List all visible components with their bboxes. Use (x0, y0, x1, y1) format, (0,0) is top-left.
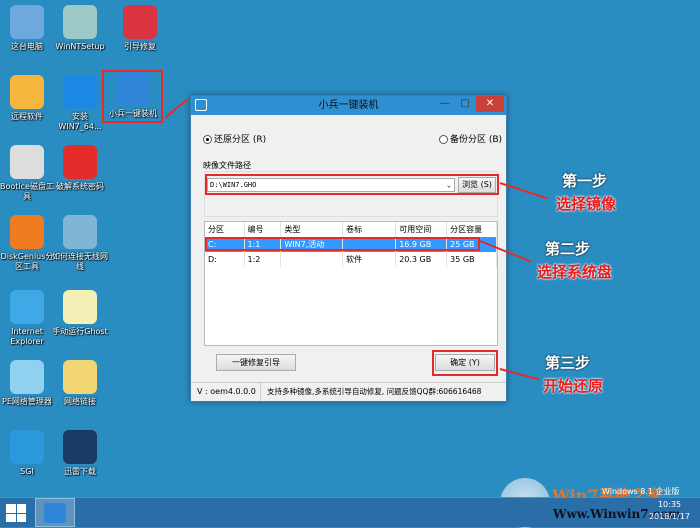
desktop-icon[interactable]: PE网络管理器 (0, 360, 56, 407)
desktop-icon-image (63, 360, 97, 394)
desktop-icon-label: 如何连接无线网线 (52, 252, 108, 271)
radio-empty-icon (439, 135, 448, 144)
app-icon (195, 99, 207, 111)
desktop-icon-label: 这台电脑 (11, 42, 43, 51)
step-2-label: 第二步 (545, 240, 591, 258)
desktop-icon-image (63, 215, 97, 249)
installer-window: 小兵一键装机 — □ ✕ 还原分区 (R) 备份分区 (B) 映像文件路径 D:… (190, 95, 507, 402)
step-2-action: 选择系统盘 (537, 263, 613, 281)
step-3-label: 第三步 (545, 354, 591, 372)
desktop-icon-image (63, 75, 97, 109)
minimize-button[interactable]: — (434, 96, 456, 112)
desktop-icon[interactable]: 远程软件 (0, 75, 56, 122)
installer-icon (44, 503, 66, 523)
maximize-button[interactable]: □ (454, 96, 476, 112)
image-path-label: 映像文件路径 (203, 161, 251, 170)
column-header[interactable]: 编号 (244, 222, 282, 237)
radio-selected-icon (203, 135, 212, 144)
desktop-icon-image (63, 5, 97, 39)
desktop-icon[interactable]: 网络链接 (51, 360, 109, 407)
desktop-icon[interactable]: 如何连接无线网线 (51, 215, 109, 272)
step-1-action: 选择镜像 (556, 195, 617, 213)
column-header[interactable]: 分区容量 (446, 222, 497, 237)
watermark-os: Windows 8.1 企业版 (602, 487, 680, 496)
desktop-icon-label: 远程软件 (11, 112, 43, 121)
desktop-icon-label: 破解系统密码 (56, 182, 104, 191)
desktop-icon[interactable]: SGI (0, 430, 56, 477)
desktop-icon-label: 安装 WIN7_64... (58, 112, 102, 131)
radio-restore-label: 还原分区 (R) (214, 135, 267, 145)
status-bar: V : oem4.0.0.0 支持多种镜像,多系统引导自动修复, 问题反馈QQ群… (191, 382, 506, 401)
title-bar[interactable]: 小兵一键装机 — □ ✕ (191, 96, 506, 115)
version-text: V : oem4.0.0.0 (197, 383, 261, 401)
desktop-icon-image (10, 360, 44, 394)
desktop-icon-image (10, 145, 44, 179)
close-button[interactable]: ✕ (476, 96, 504, 112)
desktop-icon-image (10, 75, 44, 109)
radio-restore[interactable]: 还原分区 (R) (203, 132, 266, 145)
table-cell: 软件 (342, 252, 397, 267)
desktop-icon-image (63, 290, 97, 324)
desktop-icon-label: 网络链接 (64, 397, 96, 406)
desktop-icon-image (10, 215, 44, 249)
highlight-path (205, 174, 499, 195)
clock[interactable]: 10:35 2018/1/17 (649, 499, 690, 523)
desktop-icon-image (123, 5, 157, 39)
table-row[interactable]: D: 1:2 软件 20.3 GB 35 GB (205, 252, 497, 267)
taskbar: Www.Winwin7.com 10:35 2018/1/17 (0, 497, 700, 527)
desktop-icon[interactable]: 引导修复 (111, 5, 169, 52)
radio-backup-label: 备份分区 (B) (450, 135, 503, 145)
status-message: 支持多种镜像,多系统引导自动修复, 问题反馈QQ群:606616468 (267, 387, 482, 396)
repair-boot-button[interactable]: 一键修复引导 (216, 354, 296, 371)
column-header[interactable]: 卷标 (342, 222, 397, 237)
desktop-icon[interactable]: 破解系统密码 (51, 145, 109, 192)
desktop-icon-image (63, 145, 97, 179)
desktop-icon[interactable]: 这台电脑 (0, 5, 56, 52)
window-title: 小兵一键装机 (318, 100, 379, 111)
desktop-icon-label: DiskGenius分区工具 (0, 252, 54, 271)
desktop-icon[interactable]: DiskGenius分区工具 (0, 215, 56, 272)
step-3-action: 开始还原 (543, 377, 604, 395)
clock-date: 2018/1/17 (648, 512, 690, 521)
clock-time: 10:35 (657, 500, 682, 509)
table-cell: D: (205, 252, 245, 267)
desktop-icon-label: 引导修复 (124, 42, 156, 51)
desktop-icon-image (10, 5, 44, 39)
highlight-desktop-icon (102, 70, 163, 123)
highlight-ok (432, 350, 498, 376)
start-button[interactable] (6, 504, 26, 522)
desktop-icon-image (63, 430, 97, 464)
desktop-icon-label: 迅雷下载 (64, 467, 96, 476)
desktop-icon-image (10, 290, 44, 324)
table-cell (280, 252, 344, 267)
desktop-icon-label: Internet Explorer (10, 327, 44, 346)
desktop-icon-label: 手动运行Ghost (52, 327, 108, 336)
arrow-1 (164, 97, 189, 119)
table-cell: 20.3 GB (395, 252, 448, 267)
desktop-icon[interactable]: WinNTSetup (51, 5, 109, 52)
desktop-icon[interactable]: 安装 WIN7_64... (51, 75, 109, 132)
desktop-icon-label: WinNTSetup (55, 42, 105, 51)
desktop-icon-label: Bootice磁盘工具 (0, 182, 54, 201)
column-header[interactable]: 可用空间 (395, 222, 448, 237)
table-cell: 1:2 (244, 252, 282, 267)
desktop-icon[interactable]: 迅雷下载 (51, 430, 109, 477)
desktop-icon[interactable]: Internet Explorer (0, 290, 56, 347)
desktop-icon[interactable]: 手动运行Ghost (51, 290, 109, 337)
desktop-icon-image (10, 430, 44, 464)
radio-backup[interactable]: 备份分区 (B) (439, 132, 502, 145)
desktop-icon-label: PE网络管理器 (2, 397, 52, 406)
table-cell: 35 GB (446, 252, 497, 267)
column-header[interactable]: 类型 (280, 222, 344, 237)
column-header[interactable]: 分区 (205, 222, 245, 237)
highlight-partition (205, 237, 480, 251)
taskbar-app-installer[interactable] (35, 498, 75, 527)
desktop-icon[interactable]: Bootice磁盘工具 (0, 145, 56, 202)
desktop-icon-label: SGI (20, 467, 34, 476)
step-1-label: 第一步 (562, 172, 608, 190)
